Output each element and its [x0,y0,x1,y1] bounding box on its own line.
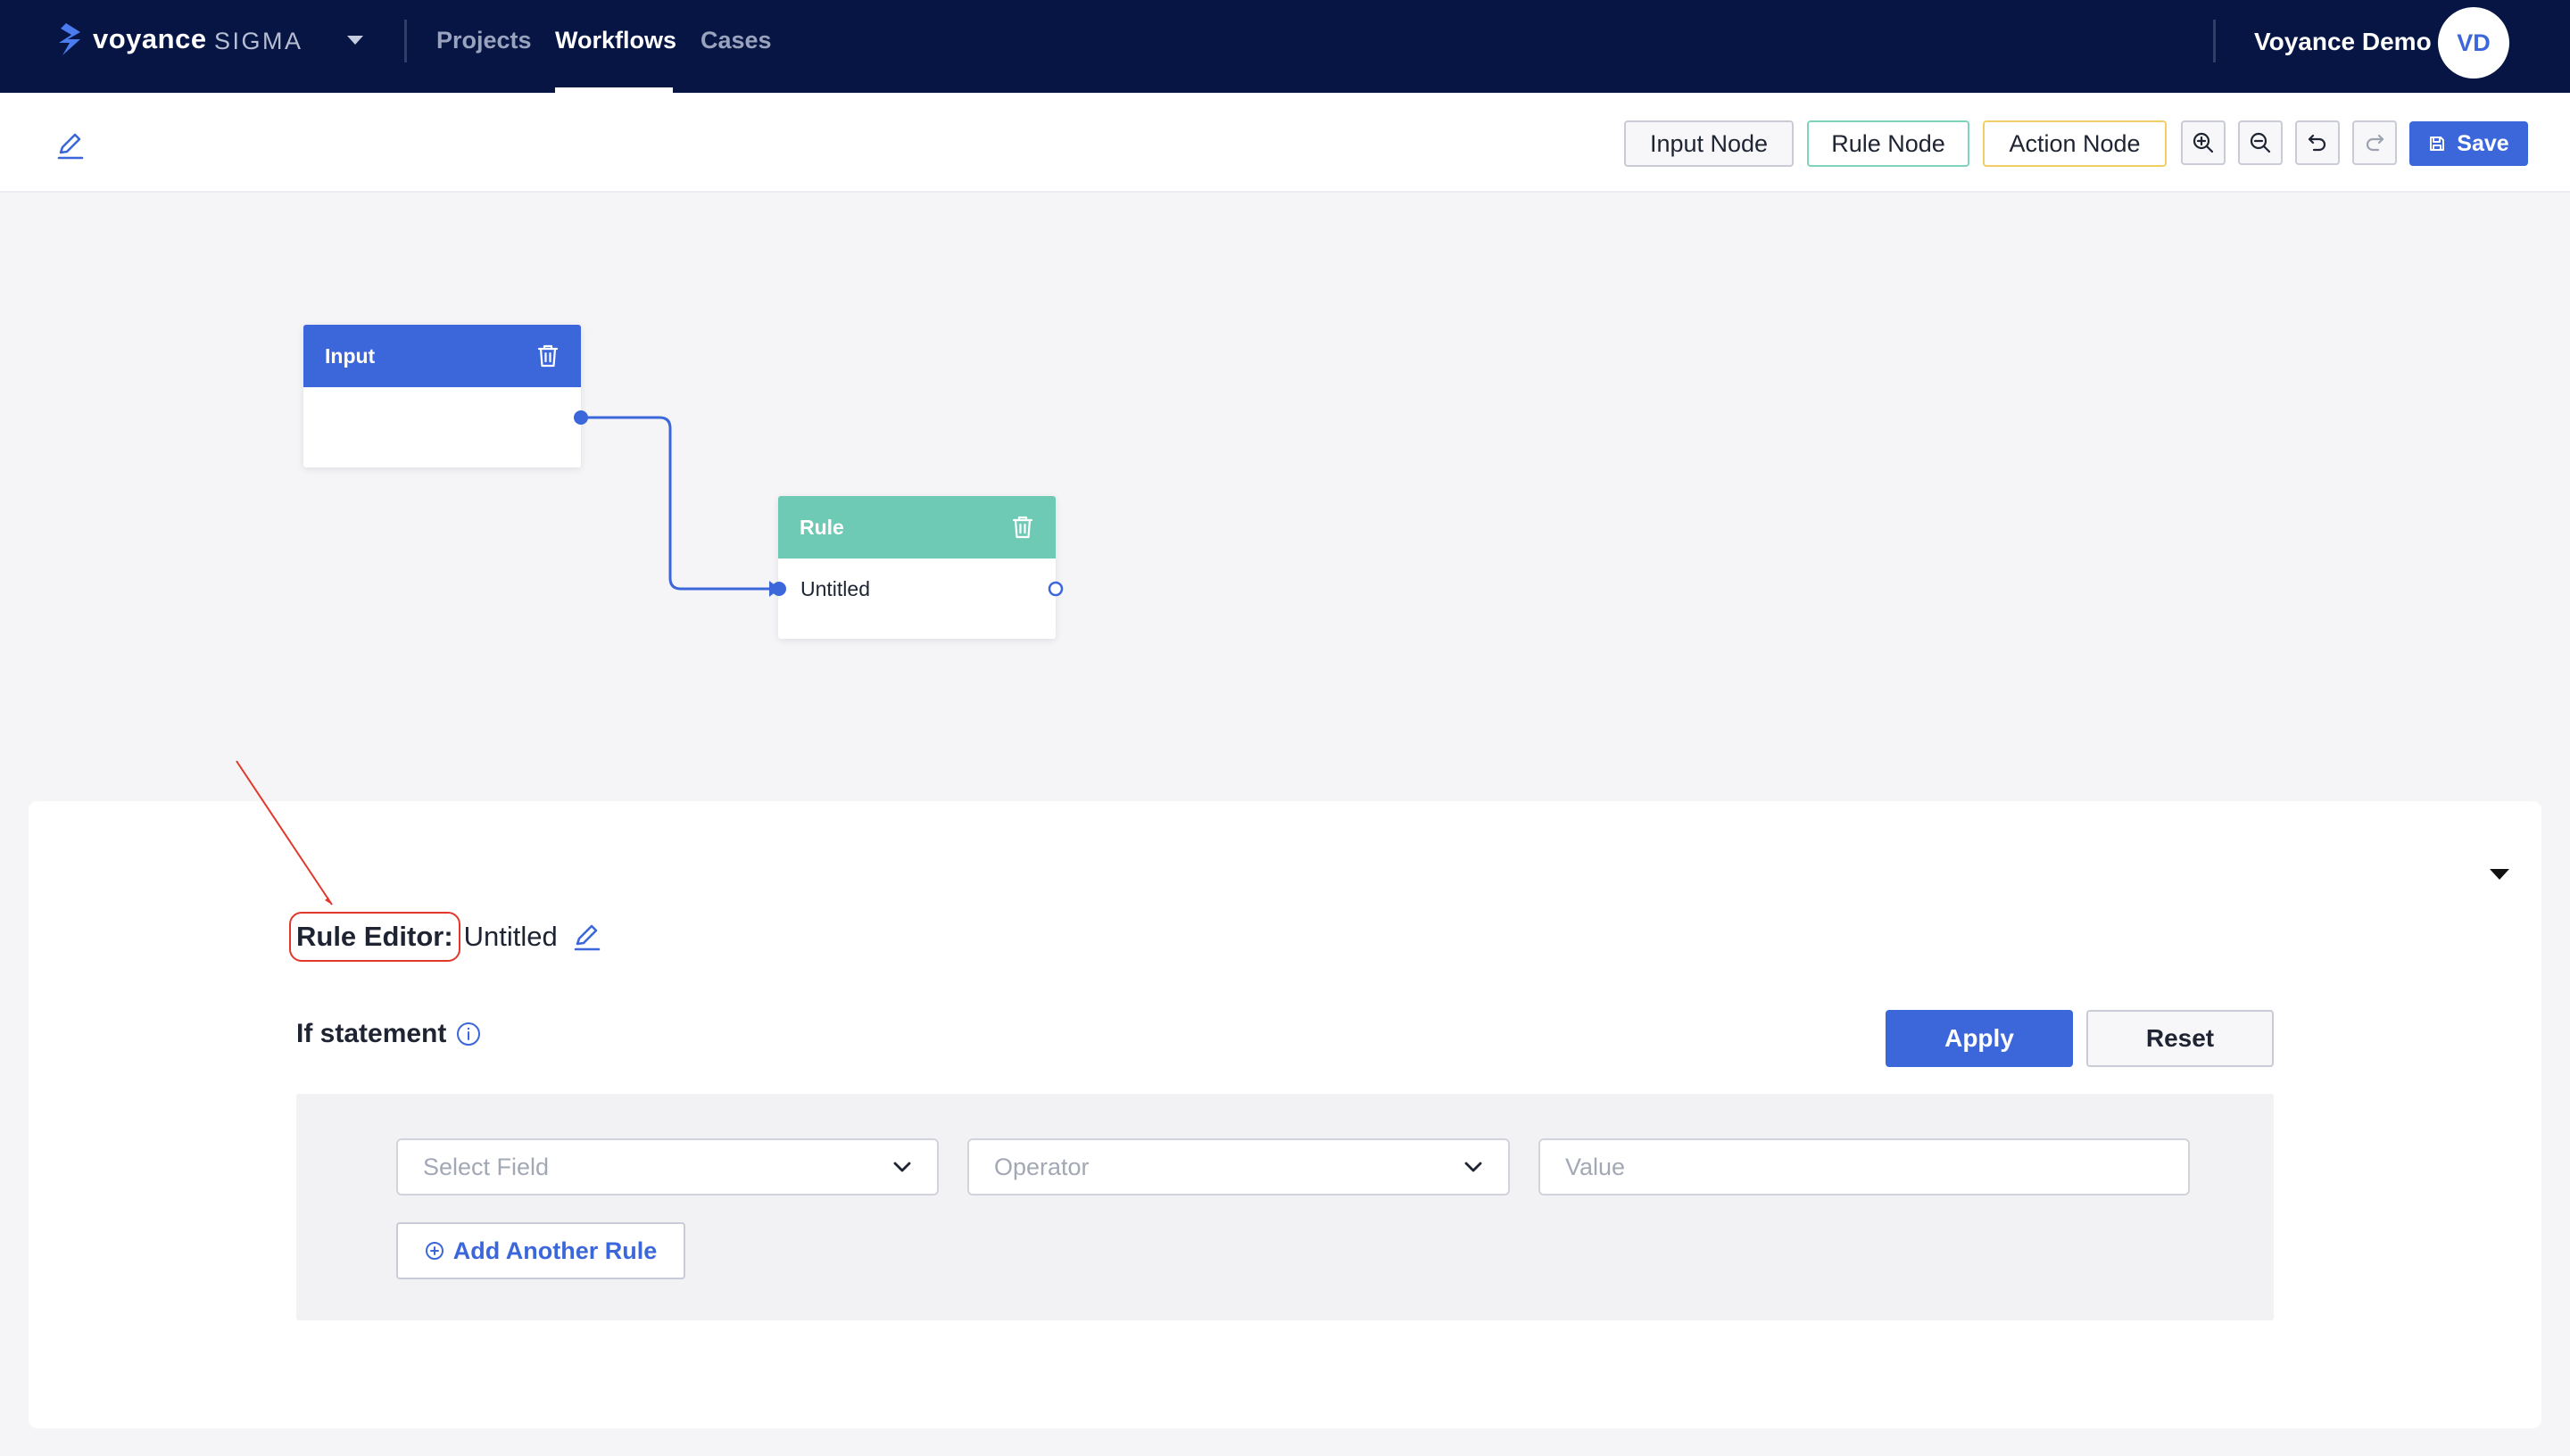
edit-icon[interactable] [572,922,602,952]
nav-divider-right [2213,20,2216,62]
collapse-panel-icon[interactable] [2490,869,2509,880]
node-handles [574,410,1064,597]
input-node-output-handle [574,410,588,425]
brand-name: voyance [93,23,207,54]
apply-button[interactable]: Apply [1886,1010,2073,1067]
rule-name: Untitled [463,921,558,952]
redo-icon [2366,134,2384,152]
nav-link-projects[interactable]: Projects [436,27,532,54]
zoom-out-icon [2250,132,2271,153]
undo-icon [2308,134,2326,152]
add-action-node-button[interactable]: Action Node [1983,120,2167,167]
rule-conditions: Select Field Operator Value Add Another … [296,1094,2274,1320]
rule-editor-panel: Rule Editor: Untitled If statement Apply… [29,801,2541,1428]
edit-icon[interactable] [55,130,86,161]
rule-node-input-handle [772,582,786,596]
workflow-canvas[interactable]: Input Rule Untitled [0,193,2570,799]
undo-button[interactable] [2295,120,2340,165]
info-icon[interactable] [455,1021,482,1047]
select-field-placeholder: Select Field [423,1153,550,1180]
chevron-down-icon [1464,1162,1482,1172]
save-button[interactable]: Save [2409,121,2528,166]
zoom-out-button[interactable] [2238,120,2283,165]
user-name[interactable]: Voyance Demo [2254,28,2432,56]
value-input[interactable]: Value [1538,1138,2190,1195]
select-field-dropdown[interactable]: Select Field [396,1138,939,1195]
if-statement-label: If statement [296,1019,447,1048]
top-nav: voyance SIGMA Projects Workflows Cases V… [0,0,2570,93]
rule-node-output-handle [1048,581,1064,597]
operator-dropdown[interactable]: Operator [967,1138,1510,1195]
save-label: Save [2457,130,2509,156]
add-another-rule-button[interactable]: Add Another Rule [396,1222,685,1279]
voyance-logo-icon [59,23,80,55]
avatar[interactable]: VD [2438,7,2509,79]
rule-editor-label: Rule Editor: [289,912,460,962]
add-another-rule-label: Add Another Rule [452,1237,658,1264]
nav-link-cases[interactable]: Cases [701,27,772,54]
zoom-in-button[interactable] [2181,120,2226,165]
value-placeholder: Value [1565,1153,1626,1180]
save-icon [2430,136,2445,151]
add-input-node-button[interactable]: Input Node [1624,120,1794,167]
redo-button[interactable] [2352,120,2397,165]
workflow-toolbar: Input Node Rule Node Action Node Save [0,93,2570,193]
brand-product: SIGMA [214,28,303,54]
zoom-in-icon [2193,132,2214,153]
chevron-down-icon [893,1162,911,1172]
add-rule-node-button[interactable]: Rule Node [1807,120,1969,167]
nav-link-workflows[interactable]: Workflows [555,27,676,54]
product-switcher-caret-icon[interactable] [347,36,363,45]
plus-circle-icon [425,1242,444,1260]
rule-editor-heading: Rule Editor: Untitled [289,912,602,962]
nav-divider [404,20,407,62]
operator-placeholder: Operator [994,1153,1090,1180]
reset-button[interactable]: Reset [2086,1010,2274,1067]
if-statement-heading: If statement [296,1019,482,1049]
